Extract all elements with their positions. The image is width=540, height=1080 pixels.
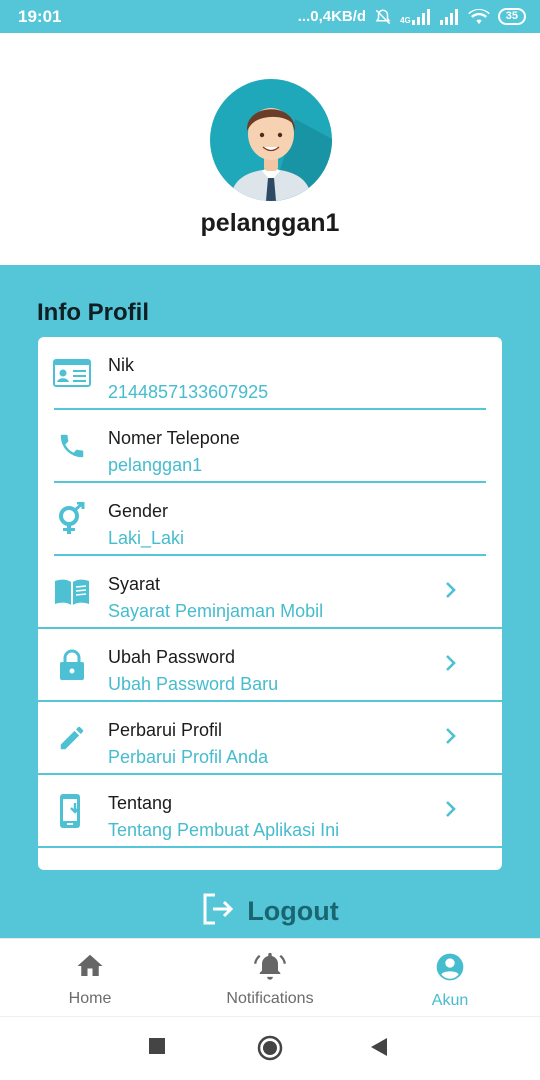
row-value: Laki_Laki xyxy=(108,528,185,548)
logout-icon xyxy=(201,892,235,931)
divider xyxy=(38,846,502,848)
row-label: Gender xyxy=(108,501,169,521)
id-card-icon xyxy=(52,353,92,393)
username: pelanggan1 xyxy=(200,209,340,237)
bell-icon xyxy=(254,951,286,986)
home-icon xyxy=(75,951,105,986)
book-icon xyxy=(52,572,92,612)
nav-label: Akun xyxy=(431,992,469,1009)
row-value: Perbarui Profil Anda xyxy=(108,747,269,767)
logout-button[interactable]: Logout xyxy=(0,889,540,933)
row-value: Sayarat Peminjaman Mobil xyxy=(108,601,324,621)
chevron-right-icon[interactable] xyxy=(438,578,462,602)
row-value: Ubah Password Baru xyxy=(108,674,279,694)
avatar xyxy=(210,79,332,201)
phone-icon xyxy=(52,426,92,466)
signal-4g-icon: 4G xyxy=(400,8,432,25)
status-bar: 19:01 ...0,4KB/d 4G 35 xyxy=(0,0,540,33)
info-row-ubah-password[interactable]: Ubah Password Ubah Password Baru xyxy=(38,629,502,702)
info-row-nik: Nik 2144857133607925 xyxy=(38,337,502,410)
row-label: Perbarui Profil xyxy=(108,720,223,740)
row-label: Nik xyxy=(108,355,134,375)
signal-icon xyxy=(439,8,460,25)
nav-item-notifications[interactable]: Notifications xyxy=(180,939,360,1017)
status-time: 19:01 xyxy=(18,6,62,26)
mute-bell-icon xyxy=(374,8,392,26)
wifi-icon xyxy=(468,8,490,25)
nav-item-home[interactable]: Home xyxy=(0,939,180,1017)
nav-item-akun[interactable]: Akun xyxy=(360,939,540,1017)
nav-label: Notifications xyxy=(226,990,314,1007)
row-value: pelanggan1 xyxy=(108,455,203,475)
info-row-tentang[interactable]: Tentang Tentang Pembuat Aplikasi Ini xyxy=(38,775,502,848)
battery-level: 35 xyxy=(497,8,526,25)
chevron-right-icon[interactable] xyxy=(438,724,462,748)
info-card: Nik 2144857133607925 Nomer Telepone pela… xyxy=(38,337,502,870)
back-triangle-icon[interactable] xyxy=(370,1037,388,1062)
section-title: Info Profil xyxy=(37,299,149,326)
gender-icon xyxy=(52,499,92,539)
home-circle-icon[interactable] xyxy=(257,1035,283,1066)
network-type-label: 4G xyxy=(400,15,411,25)
profile-header: pelanggan1 xyxy=(0,33,540,265)
info-row-perbarui-profil[interactable]: Perbarui Profil Perbarui Profil Anda xyxy=(38,702,502,775)
recents-square-icon[interactable] xyxy=(148,1037,166,1060)
profile-info-section: Info Profil Nik 2144857133607925 Nomer T… xyxy=(0,265,540,938)
info-row-gender: Gender Laki_Laki xyxy=(38,483,502,556)
chevron-right-icon[interactable] xyxy=(438,797,462,821)
nav-label: Home xyxy=(68,990,112,1007)
chevron-right-icon[interactable] xyxy=(438,651,462,675)
row-value: 2144857133607925 xyxy=(108,382,269,402)
bottom-nav: Home Notifications Akun xyxy=(0,938,540,1016)
row-label: Syarat xyxy=(108,574,161,594)
row-label: Nomer Telepone xyxy=(108,428,240,448)
status-icons: ...0,4KB/d 4G 35 xyxy=(298,8,526,26)
account-circle-icon xyxy=(434,951,466,988)
lock-icon xyxy=(52,645,92,685)
info-row-phone: Nomer Telepone pelanggan1 xyxy=(38,410,502,483)
info-row-syarat[interactable]: Syarat Sayarat Peminjaman Mobil xyxy=(38,556,502,629)
phone-download-icon xyxy=(52,791,92,831)
row-label: Tentang xyxy=(108,793,173,813)
row-value: Tentang Pembuat Aplikasi Ini xyxy=(108,820,340,840)
pencil-icon xyxy=(52,718,92,758)
network-speed: ...0,4KB/d xyxy=(297,8,367,25)
system-nav-bar xyxy=(0,1016,540,1080)
logout-label: Logout xyxy=(247,895,339,926)
row-label: Ubah Password xyxy=(108,647,236,667)
